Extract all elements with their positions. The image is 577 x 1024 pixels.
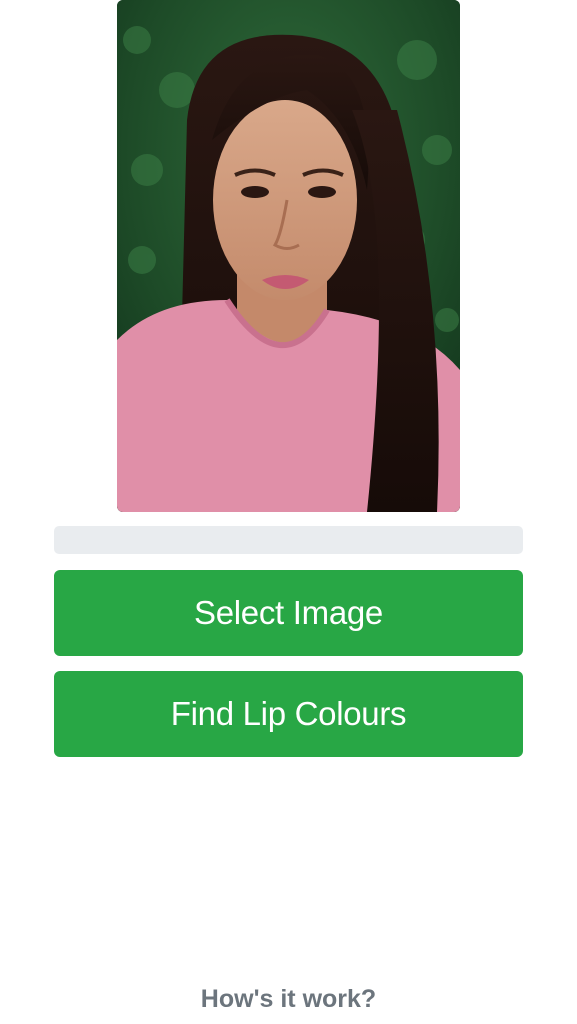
hows-it-work-link[interactable]: How's it work? [0,985,577,1014]
uploaded-portrait-image [117,0,460,512]
select-image-button[interactable]: Select Image [54,570,523,656]
find-lip-colours-button[interactable]: Find Lip Colours [54,671,523,757]
page: Select Image Find Lip Colours How's it w… [0,0,577,1024]
portrait-illustration [117,0,460,512]
progress-bar [54,526,523,554]
